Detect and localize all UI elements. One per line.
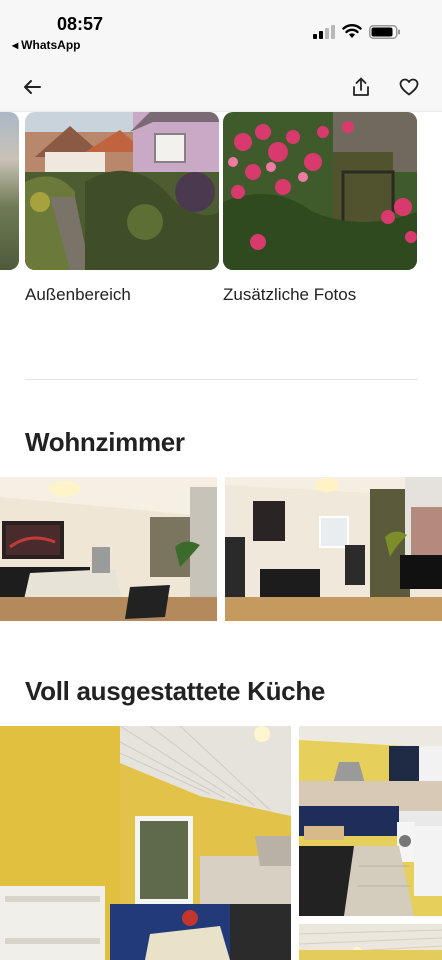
living-room-image-1 xyxy=(0,477,217,621)
outdoor-house-image xyxy=(25,112,219,270)
share-icon xyxy=(353,77,369,96)
section-title-living: Wohnzimmer xyxy=(25,427,185,457)
photo-living-1[interactable] xyxy=(0,477,217,621)
photo-extra[interactable] xyxy=(223,112,417,270)
status-time: 08:57 xyxy=(57,14,104,34)
kitchen-image-3 xyxy=(299,924,442,960)
cellular-signal-icon xyxy=(313,25,335,39)
status-bar: 08:57 ◀ WhatsApp xyxy=(0,0,442,60)
label-extra: Zusätzliche Fotos xyxy=(223,285,357,304)
photo-kitchen-3-partial[interactable] xyxy=(299,924,442,960)
section-title-kitchen: Voll ausgestattete Küche xyxy=(25,676,326,706)
battery-icon xyxy=(369,25,400,39)
heart-icon xyxy=(399,78,419,96)
photo-outdoor[interactable] xyxy=(25,112,219,270)
roses-garden-image xyxy=(223,112,417,270)
arrow-left-icon xyxy=(24,80,41,94)
kitchen-image-1 xyxy=(0,726,291,960)
photo-outdoor-left-partial[interactable] xyxy=(0,112,19,270)
photo-kitchen-1[interactable] xyxy=(0,726,291,960)
back-to-whatsapp[interactable]: ◀ WhatsApp xyxy=(12,38,80,52)
nav-bar xyxy=(0,60,442,112)
back-triangle-icon: ◀ xyxy=(12,40,19,50)
section-divider xyxy=(25,379,418,380)
share-button[interactable] xyxy=(348,74,374,100)
save-button[interactable] xyxy=(396,74,422,100)
back-app-label: WhatsApp xyxy=(21,38,81,52)
back-button[interactable] xyxy=(19,74,45,100)
label-outdoor: Außenbereich xyxy=(25,285,131,304)
kitchen-image-2 xyxy=(299,726,442,916)
wifi-icon xyxy=(342,24,362,38)
photo-living-2[interactable] xyxy=(225,477,442,621)
photo-kitchen-2[interactable] xyxy=(299,726,442,916)
living-room-image-2 xyxy=(225,477,442,621)
